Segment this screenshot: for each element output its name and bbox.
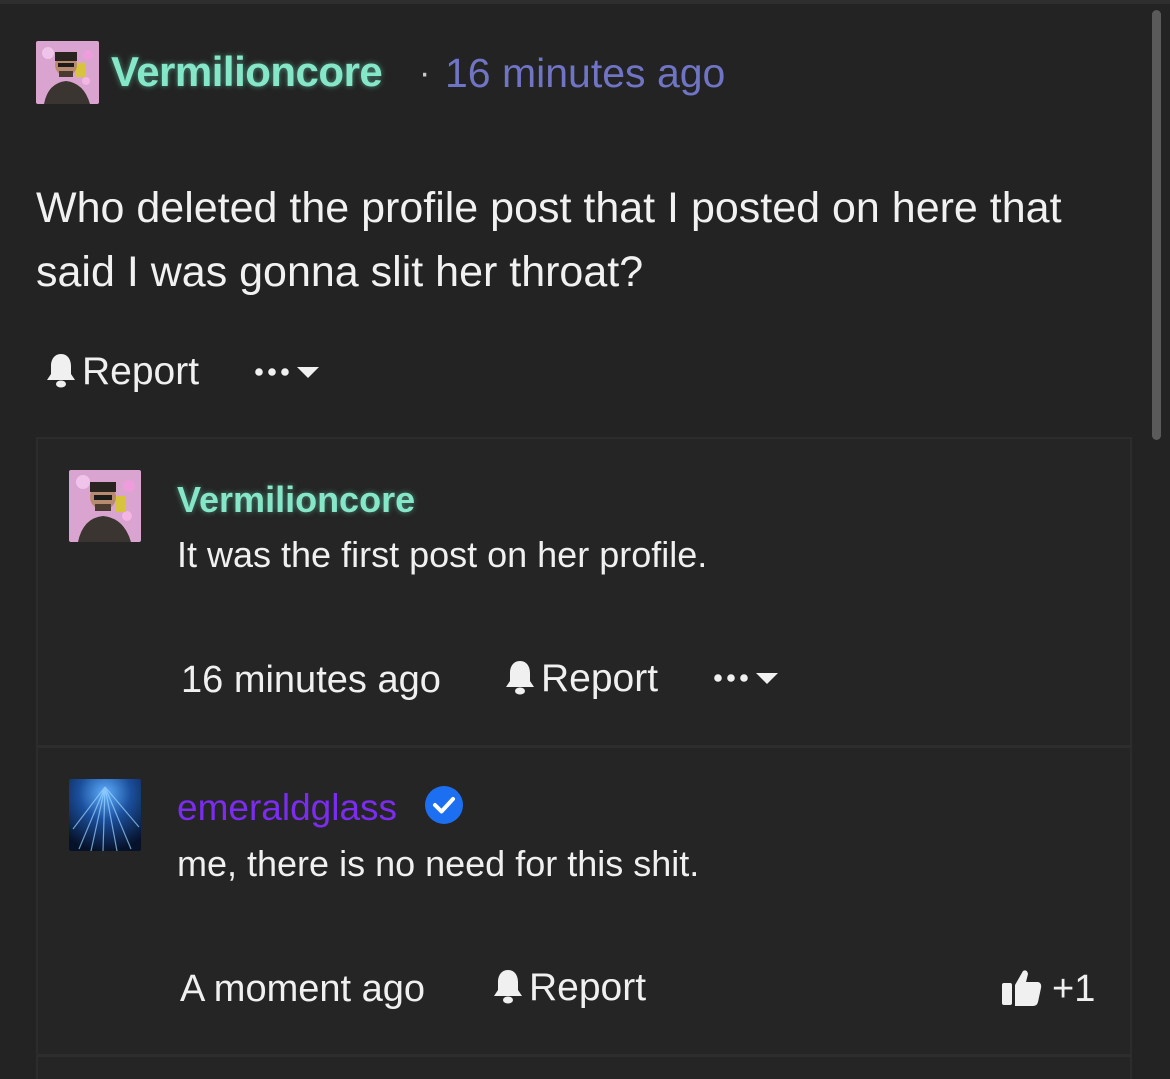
ellipsis-icon	[712, 664, 752, 697]
reply-divider	[38, 1054, 1132, 1057]
comment-thread-page: Vermilioncore · 16 minutes ago Who delet…	[0, 0, 1170, 1079]
post-author-username[interactable]: Vermilioncore	[111, 48, 383, 96]
ellipsis-icon	[253, 358, 293, 391]
reply-text: It was the first post on her profile.	[177, 534, 708, 575]
reply-report-button[interactable]: Report	[491, 966, 646, 1010]
top-divider	[0, 0, 1170, 4]
bell-icon	[44, 351, 78, 394]
header-separator: ·	[419, 54, 431, 92]
report-label: Report	[541, 657, 659, 700]
chevron-down-icon	[293, 358, 323, 391]
post-report-button[interactable]: Report	[44, 350, 199, 394]
post-body-text: Who deleted the profile post that I post…	[36, 184, 1062, 296]
report-label: Report	[82, 350, 200, 393]
post-more-menu[interactable]	[253, 358, 323, 391]
post-timestamp-link[interactable]: 16 minutes ago	[445, 50, 725, 97]
reply-author-username[interactable]: Vermilioncore	[177, 479, 415, 521]
reply-report-button[interactable]: Report	[503, 657, 658, 701]
bell-icon	[491, 967, 525, 1010]
report-label: Report	[529, 966, 647, 1009]
post-author-avatar[interactable]	[36, 41, 99, 104]
reply-text: me, there is no need for this shit.	[177, 843, 700, 884]
chevron-down-icon	[752, 664, 782, 697]
reply-timestamp[interactable]: A moment ago	[180, 968, 425, 1011]
reply-author-avatar[interactable]	[69, 779, 141, 851]
reply-author-username[interactable]: emeraldglass	[177, 787, 397, 829]
verified-check-icon	[424, 785, 464, 830]
reply-divider	[38, 745, 1132, 748]
like-count: +1	[1052, 968, 1096, 1010]
reply-author-avatar[interactable]	[69, 470, 141, 542]
reply-more-menu[interactable]	[712, 664, 782, 697]
bell-icon	[503, 658, 537, 701]
scrollbar[interactable]	[1152, 10, 1161, 440]
like-button[interactable]: +1	[1000, 965, 1095, 1014]
reply-timestamp[interactable]: 16 minutes ago	[181, 659, 441, 702]
thumbs-up-icon	[1000, 965, 1044, 1014]
